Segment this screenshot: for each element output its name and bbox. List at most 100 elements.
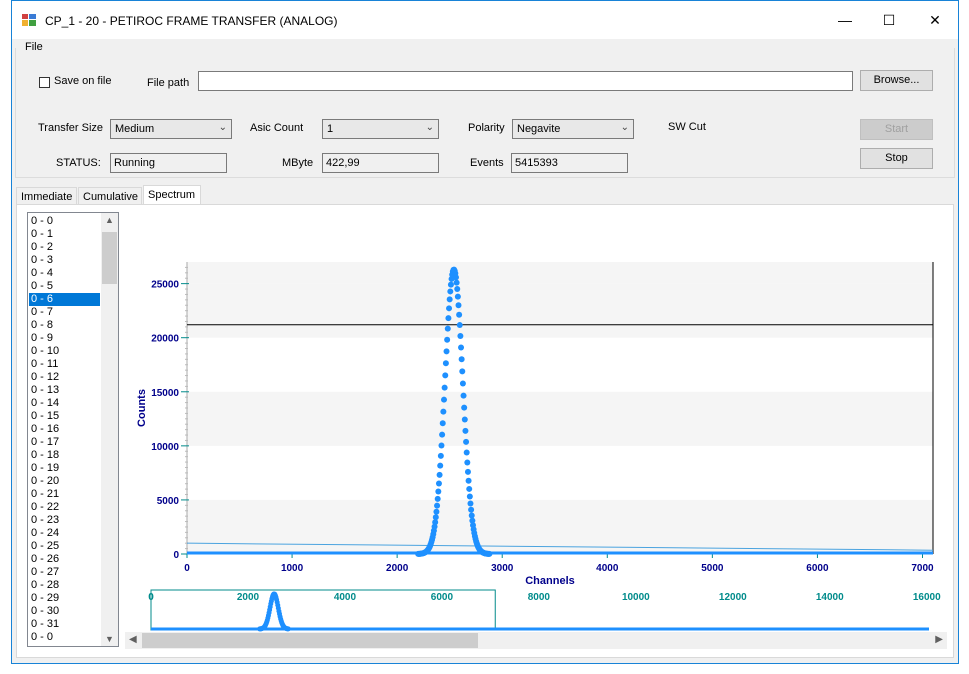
overview-tick-label: 10000 [622, 592, 650, 603]
channel-list-item[interactable]: 0 - 0 [29, 631, 100, 644]
overview-tick-label: 6000 [431, 592, 454, 603]
channel-list-item[interactable]: 0 - 18 [29, 449, 100, 462]
data-point [463, 438, 470, 445]
channel-list-item[interactable]: 0 - 1 [29, 228, 100, 241]
channel-list-item[interactable]: 0 - 29 [29, 592, 100, 605]
channel-list-item[interactable]: 0 - 9 [29, 332, 100, 345]
tab-cumulative[interactable]: Cumulative [78, 187, 142, 205]
tab-immediate[interactable]: Immediate [16, 187, 77, 205]
data-point [461, 416, 468, 423]
listbox-scroll-thumb[interactable] [102, 232, 117, 284]
channel-list-item[interactable]: 0 - 6 [29, 293, 100, 306]
channel-list-item[interactable]: 0 - 25 [29, 540, 100, 553]
asic-count-value: 1 [327, 123, 334, 135]
data-point [465, 477, 472, 484]
channel-list-item[interactable]: 0 - 26 [29, 553, 100, 566]
polarity-value: Negavite [517, 123, 561, 135]
transfer-size-select[interactable]: Medium ⌄ [110, 119, 232, 139]
channel-list-item[interactable]: 0 - 24 [29, 527, 100, 540]
minimize-button[interactable]: — [822, 1, 868, 39]
data-point [458, 344, 465, 351]
chart-scroll-thumb[interactable] [142, 633, 478, 648]
scroll-up-icon[interactable]: ▲ [101, 215, 118, 225]
polarity-select[interactable]: Negavite ⌄ [512, 119, 634, 139]
y-tick-label: 0 [173, 550, 179, 561]
asic-count-select[interactable]: 1 ⌄ [322, 119, 439, 139]
save-on-file-checkbox[interactable] [39, 77, 50, 88]
channel-list-item[interactable]: 0 - 22 [29, 501, 100, 514]
data-point [446, 305, 453, 312]
application-window: CP_1 - 20 - PETIROC FRAME TRANSFER (ANAL… [11, 0, 959, 664]
channel-list-item[interactable]: 0 - 16 [29, 423, 100, 436]
close-button[interactable]: ✕ [912, 1, 958, 39]
grid-band [187, 499, 933, 554]
channel-list-item[interactable]: 0 - 4 [29, 267, 100, 280]
channel-list-item[interactable]: 0 - 20 [29, 475, 100, 488]
channel-list-item[interactable]: 0 - 3 [29, 254, 100, 267]
chart-horizontal-scrollbar[interactable]: ◀ ▶ [125, 632, 947, 649]
start-button[interactable]: Start [860, 119, 933, 140]
channel-list-item[interactable]: 0 - 17 [29, 436, 100, 449]
data-point [439, 420, 446, 427]
title-bar[interactable]: CP_1 - 20 - PETIROC FRAME TRANSFER (ANAL… [12, 1, 958, 39]
overview-data-point [285, 626, 291, 632]
grid-band [187, 262, 933, 284]
x-tick-label: 1000 [281, 563, 304, 574]
overview-tick-label: 8000 [528, 592, 551, 603]
data-point [464, 468, 471, 475]
channel-list-item[interactable]: 0 - 15 [29, 410, 100, 423]
scroll-down-icon[interactable]: ▼ [101, 634, 118, 644]
grid-band [187, 391, 933, 446]
data-point [444, 325, 451, 332]
stop-button[interactable]: Stop [860, 148, 933, 169]
channel-list-item[interactable]: 0 - 27 [29, 566, 100, 579]
x-tick-label: 7000 [911, 563, 934, 574]
scroll-right-icon[interactable]: ▶ [935, 634, 943, 645]
y-axis-title: Counts [136, 389, 148, 427]
data-point [466, 485, 473, 492]
channel-list-item[interactable]: 0 - 7 [29, 306, 100, 319]
channel-list-item[interactable]: 0 - 5 [29, 280, 100, 293]
data-point [460, 392, 467, 399]
channel-list-items: 0 - 00 - 10 - 20 - 30 - 40 - 50 - 60 - 7… [29, 215, 100, 644]
window-title: CP_1 - 20 - PETIROC FRAME TRANSFER (ANAL… [45, 14, 338, 28]
data-point [433, 508, 440, 515]
overview-tick-label: 2000 [237, 592, 260, 603]
data-point [443, 348, 450, 355]
channel-list-item[interactable]: 0 - 10 [29, 345, 100, 358]
app-icon [22, 14, 36, 26]
x-tick-label: 6000 [806, 563, 829, 574]
channel-list-item[interactable]: 0 - 2 [29, 241, 100, 254]
channel-list-item[interactable]: 0 - 12 [29, 371, 100, 384]
channel-list-item[interactable]: 0 - 30 [29, 605, 100, 618]
browse-button[interactable]: Browse... [860, 70, 933, 91]
events-field: 5415393 [511, 153, 628, 173]
scroll-left-icon[interactable]: ◀ [129, 634, 137, 645]
maximize-button[interactable]: ☐ [866, 1, 912, 39]
channel-list-item[interactable]: 0 - 14 [29, 397, 100, 410]
tab-spectrum[interactable]: Spectrum [143, 185, 201, 206]
channel-listbox[interactable]: 0 - 00 - 10 - 20 - 30 - 40 - 50 - 60 - 7… [27, 212, 119, 647]
file-path-input[interactable] [198, 71, 853, 91]
data-point [458, 356, 465, 363]
channel-list-item[interactable]: 0 - 13 [29, 384, 100, 397]
spectrum-chart[interactable]: 0 5000 10000 15000 20000 25000 0 1000 2000 3000 40… [123, 207, 949, 632]
data-point [441, 396, 448, 403]
x-tick-label: 5000 [701, 563, 724, 574]
mbyte-field: 422,99 [322, 153, 439, 173]
channel-list-item[interactable]: 0 - 21 [29, 488, 100, 501]
channel-list-item[interactable]: 0 - 28 [29, 579, 100, 592]
data-point [434, 502, 441, 509]
listbox-vertical-scrollbar[interactable]: ▲ ▼ [101, 213, 118, 646]
channel-list-item[interactable]: 0 - 19 [29, 462, 100, 475]
channel-list-item[interactable]: 0 - 11 [29, 358, 100, 371]
channel-list-item[interactable]: 0 - 8 [29, 319, 100, 332]
status-field: Running [110, 153, 227, 173]
channel-list-item[interactable]: 0 - 23 [29, 514, 100, 527]
channel-list-item[interactable]: 0 - 0 [29, 215, 100, 228]
channel-list-item[interactable]: 0 - 31 [29, 618, 100, 631]
data-point [468, 506, 475, 513]
data-point [442, 372, 449, 379]
y-tick-label: 10000 [151, 442, 179, 453]
data-point [441, 384, 448, 391]
